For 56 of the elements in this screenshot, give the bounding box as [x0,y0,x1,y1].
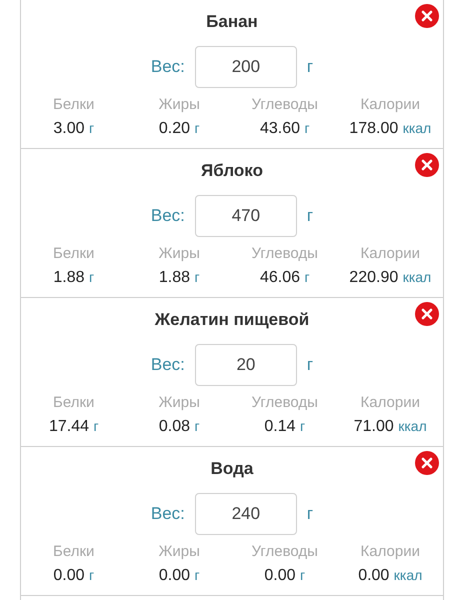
weight-label: Вес: [150,355,185,375]
nutrient-value: 1.88 г [158,268,200,288]
nutrient-label: Калории [360,95,420,115]
nutrient-value: 0.14 г [264,417,306,437]
nutrient-label: Углеводы [252,95,318,115]
weight-field[interactable]: 200 [194,46,297,88]
food-name: Желатин пищевой [154,309,310,331]
nutrient-label: Жиры [158,542,200,562]
unit-label: г [306,206,314,226]
nutrient-label: Углеводы [252,542,318,562]
weight-label: Вес: [150,206,185,226]
nutrient-value: 0.00 г [158,566,200,586]
nutrient-label: Калории [360,393,420,413]
nutrient-label: Жиры [158,95,200,115]
close-icon [415,4,439,28]
nutrient-value: 71.00 ккал [354,417,427,437]
nutrient-label: Калории [360,244,420,264]
nutrient-value: 3.00 г [53,119,94,139]
nutrient-label: Белки [53,95,94,115]
close-icon [415,302,439,326]
nutrient-label: Жиры [158,244,200,264]
unit-label: г [306,355,314,375]
unit-label: г [306,504,314,524]
weight-label: Вес: [150,504,185,524]
remove-button[interactable] [415,153,439,177]
remove-button[interactable] [415,451,439,475]
nutrient-label: Углеводы [252,393,318,413]
remove-button[interactable] [415,302,439,326]
weight-field[interactable]: 240 [194,493,297,535]
food-name: Яблоко [201,160,263,182]
nutrient-value: 17.44 г [48,417,99,437]
nutrient-value: 0.00 г [264,566,306,586]
weight-label: Вес: [150,57,185,77]
nutrient-value: 0.00 ккал [358,566,422,586]
nutrient-value: 0.00 г [53,566,94,586]
nutrient-value: 178.00 ккал [349,119,432,139]
nutrient-label: Белки [53,542,94,562]
food-name: Вода [210,458,254,480]
nutrient-value: 0.20 г [158,119,200,139]
nutrient-label: Жиры [158,393,200,413]
weight-field[interactable]: 20 [194,344,297,386]
nutrient-value: 43.60 г [260,119,310,139]
nutrient-label: Белки [53,393,94,413]
nutrient-value: 46.06 г [260,268,310,288]
nutrient-value: 1.88 г [53,268,94,288]
weight-field[interactable]: 470 [194,195,297,237]
nutrient-label: Белки [53,244,94,264]
nutrient-label: Углеводы [252,244,318,264]
food-name: Банан [206,11,258,33]
nutrient-label: Калории [360,542,420,562]
nutrient-value: 220.90 ккал [349,268,432,288]
unit-label: г [306,57,314,77]
close-icon [415,451,439,475]
close-icon [415,153,439,177]
nutrient-value: 0.08 г [158,417,200,437]
remove-button[interactable] [415,4,439,28]
